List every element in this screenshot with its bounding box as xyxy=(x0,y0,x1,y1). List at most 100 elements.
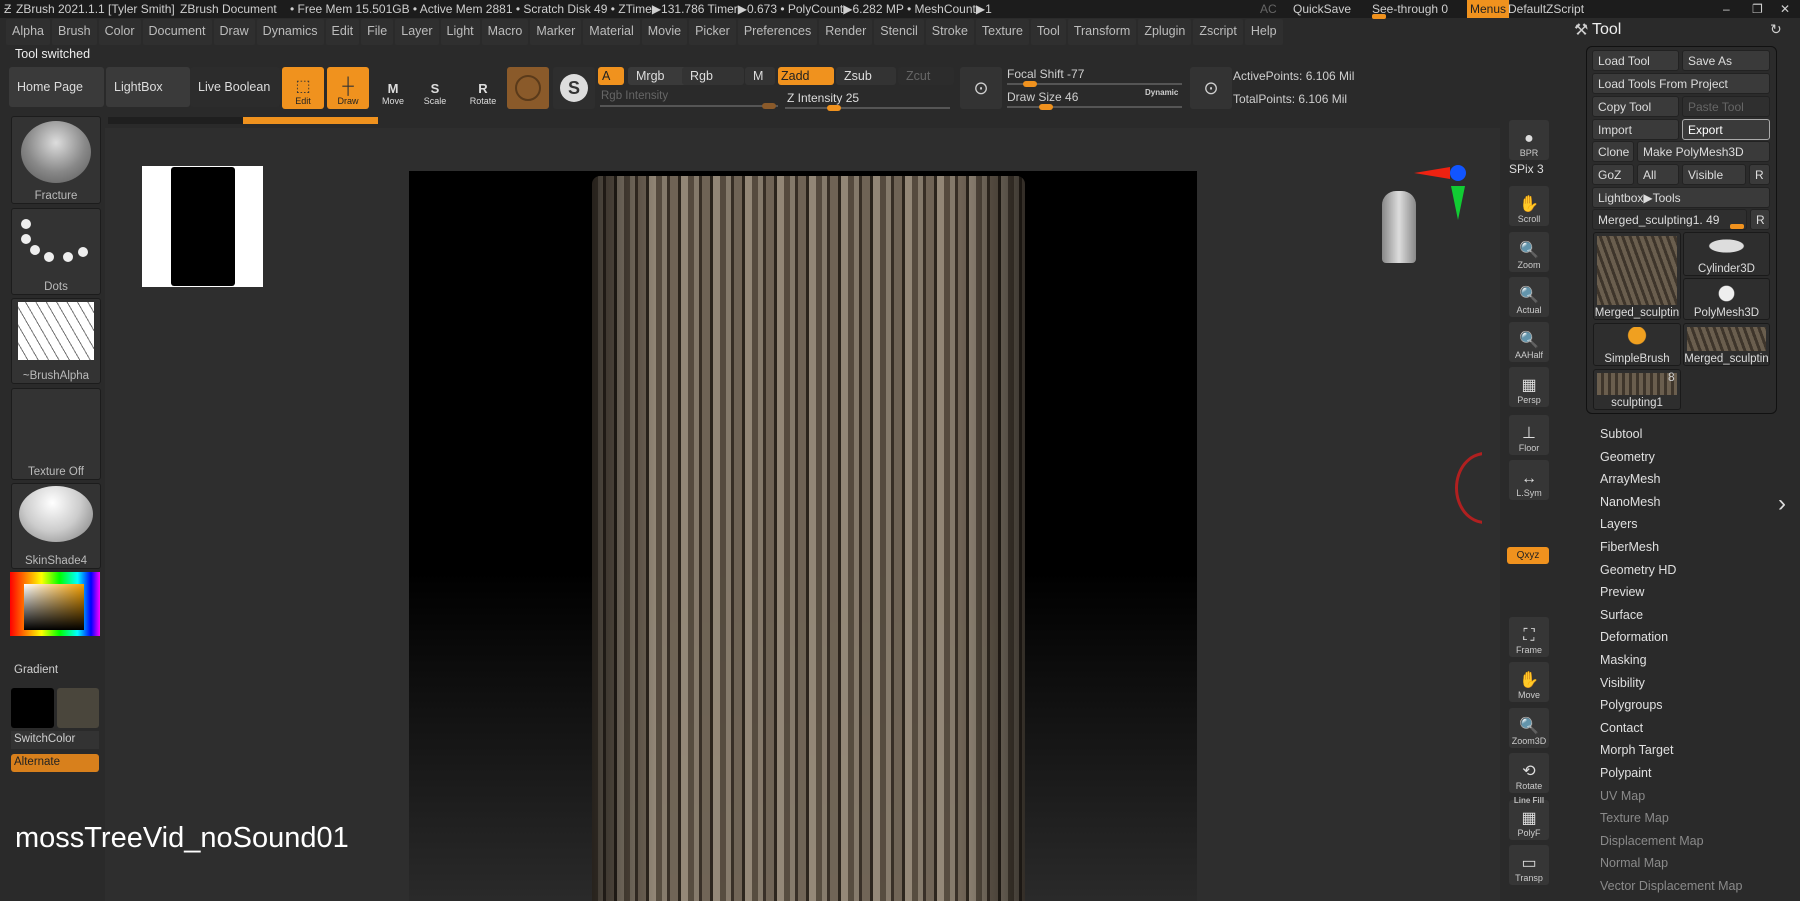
refresh-icon[interactable]: ↻ xyxy=(1770,21,1782,38)
stroke-button[interactable]: S xyxy=(553,67,595,109)
quicksave-button[interactable]: QuickSave xyxy=(1293,2,1351,16)
tool-section-vector-displacement-map[interactable]: Vector Displacement Map xyxy=(1600,879,1742,893)
tool-section-layers[interactable]: Layers xyxy=(1600,517,1638,531)
tool-section-deformation[interactable]: Deformation xyxy=(1600,630,1668,644)
restore-button[interactable]: ❐ xyxy=(1752,2,1763,16)
tool-section-nanomesh[interactable]: NanoMesh xyxy=(1600,495,1660,509)
menu-color[interactable]: Color xyxy=(98,19,141,45)
tool-section-normal-map[interactable]: Normal Map xyxy=(1600,856,1668,870)
load-tool-button[interactable]: Load Tool xyxy=(1592,50,1679,71)
menu-material[interactable]: Material xyxy=(583,19,640,45)
menu-stencil[interactable]: Stencil xyxy=(874,19,924,45)
zsub-button[interactable]: Zsub xyxy=(836,67,896,85)
menu-dynamics[interactable]: Dynamics xyxy=(256,19,324,45)
load-tools-from-project-button[interactable]: Load Tools From Project xyxy=(1592,73,1770,94)
ac-button[interactable]: AC xyxy=(1260,2,1277,16)
menu-stroke[interactable]: Stroke xyxy=(925,19,974,45)
minimize-button[interactable]: – xyxy=(1723,2,1730,16)
chevron-right-icon[interactable]: › xyxy=(1778,490,1786,518)
tool-section-preview[interactable]: Preview xyxy=(1600,585,1644,599)
alternate-button[interactable]: Alternate xyxy=(11,754,99,772)
menus-button[interactable]: Menus xyxy=(1467,0,1510,18)
rgb-button[interactable]: Rgb xyxy=(682,67,744,85)
shelf-transp-button[interactable]: ▭ Transp xyxy=(1509,845,1549,885)
material-selector[interactable]: SkinShade4 xyxy=(11,483,101,569)
tool-section-polygroups[interactable]: Polygroups xyxy=(1600,698,1663,712)
menu-tool[interactable]: Tool xyxy=(1030,19,1066,45)
close-button[interactable]: ✕ xyxy=(1780,2,1790,16)
menu-brush[interactable]: Brush xyxy=(51,19,97,45)
goz-visible-button[interactable]: Visible xyxy=(1682,164,1746,185)
menu-picker[interactable]: Picker xyxy=(689,19,736,45)
brush-selector[interactable]: Fracture xyxy=(11,116,101,204)
shelf-zoom3d-button[interactable]: 🔍 Zoom3D xyxy=(1509,708,1549,748)
zcut-button[interactable]: Zcut xyxy=(898,67,954,85)
lightbox-button[interactable]: LightBox xyxy=(106,67,190,107)
shelf-frame-button[interactable]: ⛶ Frame xyxy=(1509,617,1549,657)
live-boolean-button[interactable]: Live Boolean xyxy=(190,67,280,107)
menu-movie[interactable]: Movie xyxy=(641,19,688,45)
lightbox-tools-button[interactable]: Lightbox▶Tools xyxy=(1592,187,1770,208)
zadd-button[interactable]: Zadd xyxy=(778,67,834,85)
tool-section-texture-map[interactable]: Texture Map xyxy=(1600,811,1669,825)
shelf-persp-button[interactable]: ▦ Persp xyxy=(1509,367,1549,407)
menu-document[interactable]: Document xyxy=(142,19,212,45)
tool-thumbnail[interactable]: Cylinder3D xyxy=(1683,232,1770,276)
tool-slider-knob[interactable] xyxy=(1730,224,1744,229)
menu-texture[interactable]: Texture xyxy=(975,19,1029,45)
menu-render[interactable]: Render xyxy=(819,19,873,45)
dynamic-toggle[interactable]: Dynamic xyxy=(1145,88,1178,97)
color-picker[interactable] xyxy=(10,572,100,636)
default-zscript-button[interactable]: DefaultZScript xyxy=(1508,2,1584,16)
rotate-button[interactable]: R Rotate xyxy=(462,67,504,109)
goz-r-button[interactable]: R xyxy=(1749,164,1770,185)
shelf-bpr-button[interactable]: ● BPR xyxy=(1509,120,1549,160)
goz-button[interactable]: GoZ xyxy=(1592,164,1634,185)
tool-thumbnail[interactable]: Merged_sculptin xyxy=(1593,232,1681,320)
alpha-selector[interactable]: ~BrushAlpha xyxy=(11,298,101,384)
tool-section-visibility[interactable]: Visibility xyxy=(1600,676,1645,690)
shelf-polyf-button[interactable]: ▦ PolyF xyxy=(1509,800,1549,840)
tool-section-fibermesh[interactable]: FiberMesh xyxy=(1600,540,1659,554)
brush-material-button[interactable] xyxy=(507,67,549,109)
clone-button[interactable]: Clone xyxy=(1592,141,1634,162)
tool-section-geometry-hd[interactable]: Geometry HD xyxy=(1600,563,1676,577)
gradient-toggle[interactable]: Gradient xyxy=(14,664,58,676)
menu-zscript[interactable]: Zscript xyxy=(1193,19,1243,45)
tool-thumbnail[interactable]: Merged_sculptin xyxy=(1683,323,1770,366)
shelf-actual-button[interactable]: 🔍 Actual xyxy=(1509,277,1549,317)
menu-layer[interactable]: Layer xyxy=(395,19,439,45)
secondary-color-swatch[interactable] xyxy=(57,688,99,728)
tool-thumbnail[interactable]: PolyMesh3D xyxy=(1683,278,1770,320)
xyz-symmetry-button[interactable]: Qxyz xyxy=(1507,547,1549,564)
menu-light[interactable]: Light xyxy=(440,19,480,45)
draw-size-slider[interactable] xyxy=(1007,104,1182,110)
tool-section-morph-target[interactable]: Morph Target xyxy=(1600,743,1673,757)
see-through-knob[interactable] xyxy=(1372,14,1386,19)
shelf-scroll-button[interactable]: ✋ Scroll xyxy=(1509,186,1549,226)
tool-section-contact[interactable]: Contact xyxy=(1600,721,1643,735)
goz-all-button[interactable]: All xyxy=(1637,164,1679,185)
shelf-move-button[interactable]: ✋ Move xyxy=(1509,662,1549,702)
import-button[interactable]: Import xyxy=(1592,119,1679,140)
menu-marker[interactable]: Marker xyxy=(530,19,582,45)
shelf-aahalf-button[interactable]: 🔍 AAHalf xyxy=(1509,322,1549,362)
menu-file[interactable]: File xyxy=(361,19,394,45)
line-fill-toggle[interactable]: Line Fill xyxy=(1509,796,1549,805)
draw-button[interactable]: ┼ Draw xyxy=(327,67,369,109)
save-as-button[interactable]: Save As xyxy=(1682,50,1770,71)
copy-tool-button[interactable]: Copy Tool xyxy=(1592,96,1679,117)
menu-edit[interactable]: Edit xyxy=(325,19,360,45)
orientation-gizmo-head-icon[interactable] xyxy=(1378,186,1422,278)
tool-section-subtool[interactable]: Subtool xyxy=(1600,427,1642,441)
tool-section-masking[interactable]: Masking xyxy=(1600,653,1647,667)
paste-tool-button[interactable]: Paste Tool xyxy=(1682,96,1770,117)
menu-draw[interactable]: Draw xyxy=(213,19,255,45)
texture-selector[interactable]: Texture Off xyxy=(11,388,101,480)
a-button[interactable]: A xyxy=(598,67,624,85)
shelf-zoom-button[interactable]: 🔍 Zoom xyxy=(1509,232,1549,272)
tool-section-uv-map[interactable]: UV Map xyxy=(1600,789,1645,803)
shelf-lsym-button[interactable]: ↔ L.Sym xyxy=(1509,460,1549,500)
stroke-selector[interactable]: Dots xyxy=(11,208,101,295)
shelf-rotate-button[interactable]: ⟲ Rotate xyxy=(1509,753,1549,793)
